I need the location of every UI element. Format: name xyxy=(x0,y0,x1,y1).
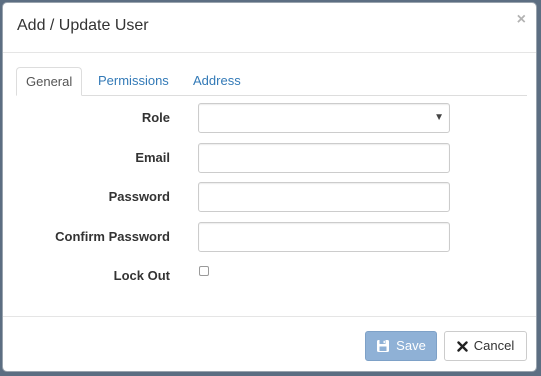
role-label: Role xyxy=(141,110,170,125)
password-row: Password xyxy=(3,182,536,214)
email-field[interactable] xyxy=(198,143,450,173)
close-icon[interactable]: × xyxy=(517,12,526,28)
cancel-button[interactable]: Cancel xyxy=(444,331,527,361)
dialog-footer: Save Cancel xyxy=(3,316,536,373)
role-select[interactable]: ▼ xyxy=(198,103,450,133)
email-label: Email xyxy=(135,150,170,165)
tab-bar: General Permissions Address xyxy=(16,67,527,96)
dialog-title: Add / Update User xyxy=(17,17,149,34)
save-button-label: Save xyxy=(396,338,426,353)
email-row: Email xyxy=(3,143,536,175)
tab-general[interactable]: General xyxy=(16,67,83,96)
close-icon xyxy=(457,340,468,352)
add-update-user-dialog: Add / Update User × General Permissions … xyxy=(2,2,537,372)
lock-out-row: Lock Out xyxy=(3,261,536,293)
password-label: Password xyxy=(108,189,170,204)
save-icon xyxy=(376,339,390,353)
role-row: Role ▼ xyxy=(3,103,536,135)
save-button[interactable]: Save xyxy=(365,331,437,361)
lock-out-label: Lock Out xyxy=(113,268,170,283)
password-field[interactable] xyxy=(198,182,450,212)
cancel-button-label: Cancel xyxy=(473,338,515,353)
confirm-password-label: Confirm Password xyxy=(55,229,170,244)
chevron-down-icon: ▼ xyxy=(434,112,444,123)
tab-permissions[interactable]: Permissions xyxy=(98,67,169,95)
confirm-password-row: Confirm Password xyxy=(3,222,536,254)
confirm-password-field[interactable] xyxy=(198,222,450,252)
tab-address[interactable]: Address xyxy=(193,67,241,95)
dialog-header: Add / Update User × xyxy=(3,3,536,53)
lock-out-checkbox[interactable] xyxy=(199,266,209,276)
